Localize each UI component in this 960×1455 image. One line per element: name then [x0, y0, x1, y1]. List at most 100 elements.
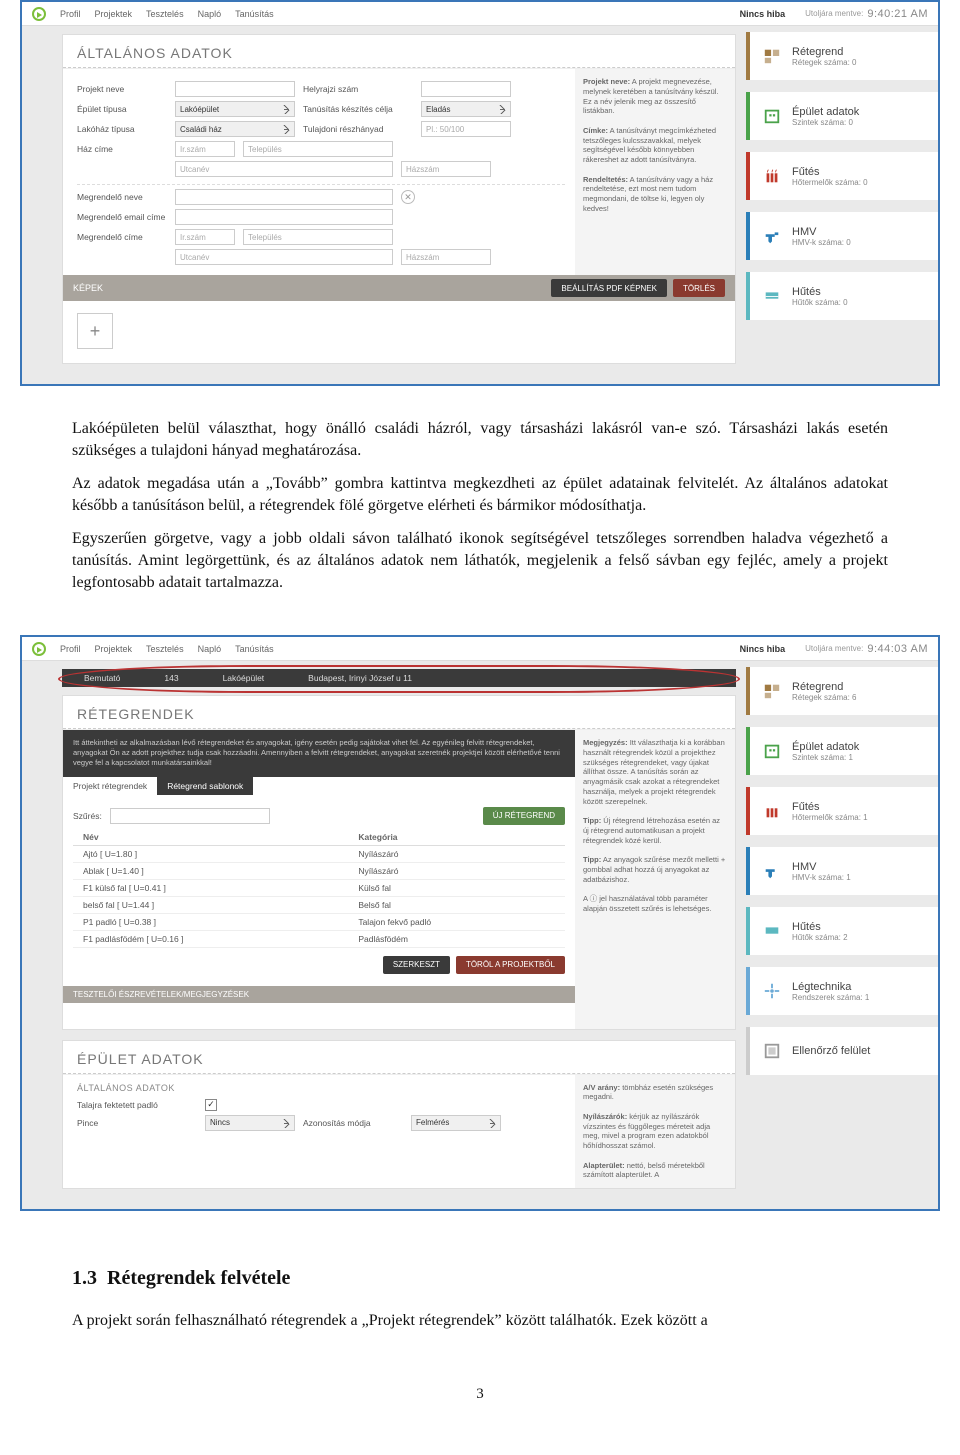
new-layer-button[interactable]: ÚJ RÉTEGREND: [483, 807, 565, 825]
menu-item[interactable]: Napló: [198, 9, 222, 19]
table-row[interactable]: Ajtó [ U=1.80 ]Nyílászáró: [73, 846, 565, 863]
input-client-zip[interactable]: Ir.szám: [175, 229, 235, 245]
label-client-address: Megrendelő címe: [77, 232, 167, 242]
edit-button[interactable]: SZERKESZT: [383, 956, 450, 974]
clear-icon[interactable]: ✕: [401, 190, 415, 204]
heating-icon: [762, 801, 782, 821]
input-zip[interactable]: Ir.szám: [175, 141, 235, 157]
layers-icon: [762, 46, 782, 66]
tab-project-layers[interactable]: Projekt rétegrendek: [63, 777, 157, 795]
set-pdf-image-button[interactable]: BEÁLLÍTÁS PDF KÉPNEK: [551, 279, 667, 297]
checkbox-floor[interactable]: ✓: [205, 1099, 217, 1111]
remove-from-project-button[interactable]: TÖRÖL A PROJEKTBŐL: [456, 956, 565, 974]
document-body: Lakóépületen belül választhat, hogy önál…: [0, 400, 960, 635]
form-area: Projekt neve Helyrajzi szám Épület típus…: [63, 69, 575, 275]
nav-layers[interactable]: RétegrendRétegek száma: 0: [746, 32, 938, 80]
help-sidebar: Projekt neve: A projekt megnevezése, mel…: [575, 69, 735, 275]
crumb-type: Lakóépület: [201, 673, 287, 683]
nav-layers[interactable]: RétegrendRétegek száma: 6: [746, 667, 938, 715]
crumb-name: Bemutató: [62, 673, 142, 683]
input-client-street[interactable]: Utcanév: [175, 249, 393, 265]
layers-icon: [762, 681, 782, 701]
label-id-method: Azonosítás módja: [303, 1118, 403, 1128]
select-building-type[interactable]: Lakóépület: [175, 101, 295, 117]
panel-title: ÁLTALÁNOS ADATOK: [63, 35, 735, 68]
paragraph: Egyszerűen görgetve, vagy a jobb oldali …: [72, 528, 888, 593]
select-cert-purpose[interactable]: Eladás: [421, 101, 511, 117]
table-row[interactable]: P1 padló [ U=0.38 ]Talajon fekvő padló: [73, 914, 565, 931]
menu-item[interactable]: Profil: [60, 644, 81, 654]
menu-item[interactable]: Tesztelés: [146, 9, 184, 19]
tester-notes-bar[interactable]: TESZTELŐI ÉSZREVÉTELEK/MEGJEGYZÉSEK: [63, 986, 575, 1003]
error-status: Nincs hiba: [740, 9, 786, 19]
tab-layer-templates[interactable]: Rétegrend sablonok: [157, 777, 253, 795]
images-title: KÉPEK: [73, 283, 103, 293]
saved-time: 9:44:03 AM: [867, 643, 928, 655]
menu-item[interactable]: Tanúsítás: [235, 644, 274, 654]
panel-general-data: ÁLTALÁNOS ADATOK Projekt neve Helyrajzi …: [62, 34, 736, 364]
saved-label: Utoljára mentve:: [805, 9, 863, 18]
sub-title: ÁLTALÁNOS ADATOK: [77, 1083, 565, 1093]
filter-label: Szűrés:: [73, 811, 102, 821]
nav-building[interactable]: Épület adatokSzintek száma: 0: [746, 92, 938, 140]
input-houseno[interactable]: Házszám: [401, 161, 491, 177]
paragraph: Az adatok megadása után a „Tovább” gombr…: [72, 473, 888, 516]
page-number: 3: [0, 1374, 960, 1425]
panel-layers: RÉTEGRENDEK Itt áttekintheti az alkalmaz…: [62, 695, 736, 1029]
menu-item[interactable]: Profil: [60, 9, 81, 19]
input-client-email[interactable]: [175, 209, 393, 225]
nav-cooling[interactable]: HűtésHűtők száma: 0: [746, 272, 938, 320]
input-project-name[interactable]: [175, 81, 295, 97]
help-sidebar: Megjegyzés: Itt választhatja ki a korább…: [575, 730, 735, 1028]
input-lot-number[interactable]: [421, 81, 511, 97]
label-share: Tulajdoni részhányad: [303, 124, 413, 134]
nav-heating[interactable]: FűtésHőtermelők száma: 1: [746, 787, 938, 835]
screenshot-layers: Profil Projektek Tesztelés Napló Tanúsít…: [20, 635, 940, 1211]
label-client-name: Megrendelő neve: [77, 192, 167, 202]
nav-hmv[interactable]: HMVHMV-k száma: 0: [746, 212, 938, 260]
table-row[interactable]: belső fal [ U=1.44 ]Belső fal: [73, 897, 565, 914]
input-client-city[interactable]: Település: [243, 229, 393, 245]
screenshot-general-data: Profil Projektek Tesztelés Napló Tanúsít…: [20, 0, 940, 386]
label-address: Ház címe: [77, 144, 167, 154]
document-body: 1.3 Rétegrendek felvétele A projekt sorá…: [0, 1225, 960, 1374]
filter-input[interactable]: [110, 808, 270, 824]
table-row[interactable]: F1 külső fal [ U=0.41 ]Külső fal: [73, 880, 565, 897]
label-cellar: Pince: [77, 1118, 197, 1128]
add-image-button[interactable]: +: [77, 313, 113, 349]
input-client-name[interactable]: [175, 189, 393, 205]
input-share[interactable]: Pl.: 50/100: [421, 121, 511, 137]
label-project-name: Projekt neve: [77, 84, 167, 94]
nav-building[interactable]: Épület adatokSzintek száma: 1: [746, 727, 938, 775]
select-cellar[interactable]: Nincs: [205, 1115, 295, 1131]
input-street[interactable]: Utcanév: [175, 161, 393, 177]
delete-button[interactable]: TÖRLÉS: [673, 279, 725, 297]
app-topbar: Profil Projektek Tesztelés Napló Tanúsít…: [22, 2, 938, 26]
app-logo-icon[interactable]: [32, 7, 46, 21]
paragraph: Lakóépületen belül választhat, hogy önál…: [72, 418, 888, 461]
select-house-type[interactable]: Családi ház: [175, 121, 295, 137]
table-row[interactable]: Ablak [ U=1.40 ]Nyílászáró: [73, 863, 565, 880]
building-icon: [762, 741, 782, 761]
select-id-method[interactable]: Felmérés: [411, 1115, 501, 1131]
menu-item[interactable]: Napló: [198, 644, 222, 654]
table-row[interactable]: F1 padlásfödém [ U=0.16 ]Padlásfödém: [73, 931, 565, 948]
menu-item[interactable]: Tesztelés: [146, 644, 184, 654]
label-client-email: Megrendelő email címe: [77, 212, 167, 222]
menu-item[interactable]: Projektek: [95, 644, 133, 654]
input-city[interactable]: Település: [243, 141, 393, 157]
menu-item[interactable]: Projektek: [95, 9, 133, 19]
saved-label: Utoljára mentve:: [805, 644, 863, 653]
nav-cooling[interactable]: HűtésHűtők száma: 2: [746, 907, 938, 955]
help-sidebar: A/V arány: tömbház esetén szükséges mega…: [575, 1075, 735, 1189]
nav-ventilation[interactable]: LégtechnikaRendszerek száma: 1: [746, 967, 938, 1015]
images-header: KÉPEK BEÁLLÍTÁS PDF KÉPNEK TÖRLÉS: [63, 275, 735, 301]
app-logo-icon[interactable]: [32, 642, 46, 656]
menu-item[interactable]: Tanúsítás: [235, 9, 274, 19]
tap-icon: [762, 226, 782, 246]
nav-hmv[interactable]: HMVHMV-k száma: 1: [746, 847, 938, 895]
label-floor-on-ground: Talajra fektetett padló: [77, 1100, 197, 1110]
nav-check[interactable]: Ellenőrző felület: [746, 1027, 938, 1075]
nav-heating[interactable]: FűtésHőtermelők száma: 0: [746, 152, 938, 200]
input-client-houseno[interactable]: Házszám: [401, 249, 491, 265]
